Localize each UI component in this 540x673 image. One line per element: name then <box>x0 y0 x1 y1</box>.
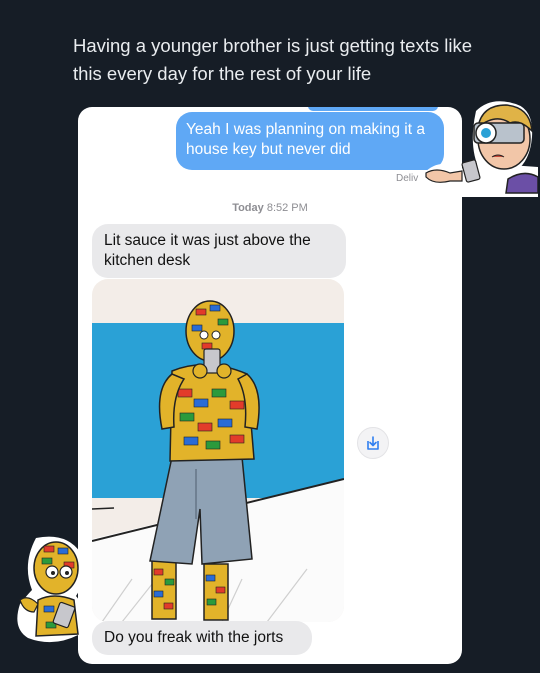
received-message-bubble: Lit sauce it was just above the kitchen … <box>92 224 346 278</box>
photo-illustration <box>92 300 344 622</box>
glasses-guy-icon <box>424 101 539 197</box>
timestamp-time: 8:52 PM <box>266 202 308 214</box>
received-message-bubble-2: Do you freak with the jorts <box>92 621 312 655</box>
chat-screenshot: Yeah I was planning on making it a house… <box>78 107 462 664</box>
post-caption: Having a younger brother is just getting… <box>73 35 472 84</box>
save-photo-button[interactable] <box>357 427 389 459</box>
download-icon <box>367 436 379 450</box>
lego-guy-sticker <box>14 534 90 646</box>
attached-photo[interactable] <box>92 279 344 622</box>
message-timestamp: Today 8:52 PM <box>78 202 462 214</box>
timestamp-day: Today <box>232 202 264 214</box>
glasses-guy-sticker <box>420 97 539 199</box>
previous-bubble-edge <box>308 107 438 111</box>
sent-message-bubble: Yeah I was planning on making it a house… <box>176 112 444 170</box>
lego-guy-icon <box>17 536 85 643</box>
delivered-status: Deliv <box>396 173 419 184</box>
